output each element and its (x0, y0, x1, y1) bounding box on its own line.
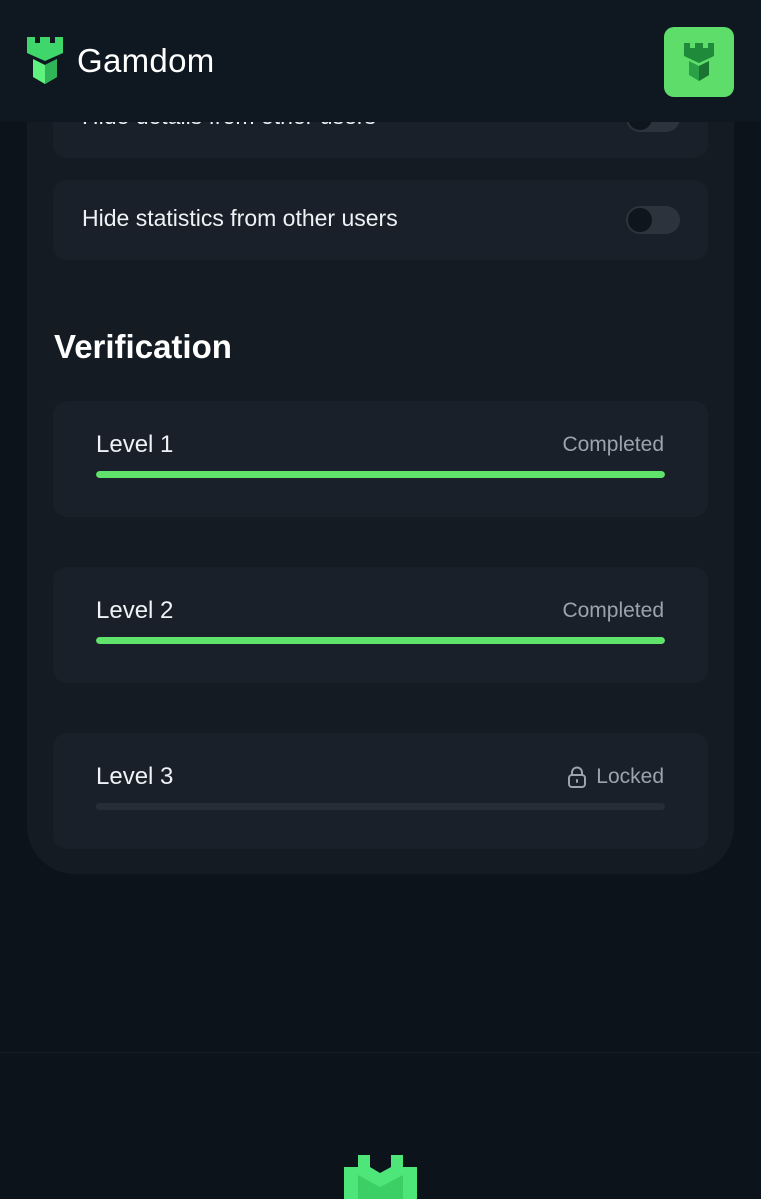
progress-fill (96, 471, 665, 478)
brand[interactable]: Gamdom (25, 37, 215, 85)
level-status-text: Locked (596, 765, 664, 788)
gamdom-logo-icon (344, 1155, 417, 1199)
progress-fill (96, 637, 665, 644)
setting-label: Hide statistics from other users (82, 205, 398, 231)
progress-bar (96, 803, 665, 810)
level-status-text: Completed (562, 433, 664, 456)
level-status: Completed (562, 599, 664, 623)
progress-bar (96, 471, 665, 478)
menu-button[interactable] (664, 27, 734, 97)
verification-level-3: Level 3 Locked (53, 733, 708, 849)
level-name: Level 1 (96, 431, 174, 458)
castle-icon (684, 43, 714, 81)
verification-level-1: Level 1 Completed (53, 401, 708, 517)
verification-level-2: Level 2 Completed (53, 567, 708, 683)
level-status-text: Completed (562, 599, 664, 622)
setting-hide-statistics: Hide statistics from other users (53, 180, 708, 260)
level-name: Level 2 (96, 597, 174, 624)
hide-statistics-toggle[interactable] (626, 206, 680, 234)
top-header: Gamdom (0, 0, 761, 122)
gamdom-logo-icon (27, 37, 63, 84)
verification-title: Verification (54, 328, 232, 365)
toggle-knob (628, 208, 652, 232)
level-name: Level 3 (96, 763, 174, 790)
lock-icon (568, 766, 587, 788)
page: Hide details from other users Hide stati… (0, 0, 761, 1199)
brand-name: Gamdom (77, 42, 215, 79)
level-status: Completed (562, 433, 664, 457)
level-status: Locked (567, 765, 664, 789)
footer (0, 1052, 761, 1199)
progress-bar (96, 637, 665, 644)
